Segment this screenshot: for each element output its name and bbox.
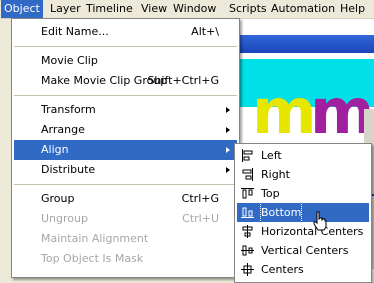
align-right-icon	[242, 168, 253, 181]
menu-item-maintain-alignment[interactable]: Maintain Alignment	[14, 229, 237, 249]
menubar-layer[interactable]: Layer	[47, 0, 84, 18]
menubar-automation[interactable]: Automation	[268, 0, 338, 18]
menu-item-movie-clip[interactable]: Movie Clip	[14, 51, 237, 71]
menu-item-ungroup[interactable]: Ungroup Ctrl+U	[14, 209, 237, 229]
submenu-item-vertical-centers[interactable]: Vertical Centers	[237, 241, 369, 260]
menubar-scripts[interactable]: Scripts	[226, 0, 270, 18]
menu-item-distribute[interactable]: Distribute	[14, 160, 237, 180]
menu-item-edit-name[interactable]: Edit Name... Alt+\	[14, 22, 237, 42]
submenu-arrow-icon	[226, 107, 230, 113]
menubar-help[interactable]: Help	[337, 0, 368, 18]
stage-glyph-yellow: m	[252, 75, 317, 148]
menu-separator	[14, 184, 237, 185]
hand-cursor-icon	[313, 211, 327, 231]
submenu-arrow-icon	[226, 147, 230, 153]
menubar-window[interactable]: Window	[170, 0, 219, 18]
menu-item-arrange[interactable]: Arrange	[14, 120, 237, 140]
submenu-item-centers[interactable]: Centers	[237, 260, 369, 279]
align-vertical-centers-icon	[241, 245, 254, 256]
submenu-arrow-icon	[226, 167, 230, 173]
align-top-icon	[241, 188, 254, 199]
submenu-item-top[interactable]: Top	[237, 184, 369, 203]
align-left-icon	[242, 149, 253, 162]
document-title-strip	[238, 35, 374, 53]
align-horizontal-centers-icon	[242, 225, 253, 238]
menubar-object[interactable]: Object	[1, 0, 43, 18]
submenu-item-left[interactable]: Left	[237, 146, 369, 165]
align-centers-icon	[241, 263, 254, 276]
menubar-view[interactable]: View	[138, 0, 170, 18]
submenu-item-right[interactable]: Right	[237, 165, 369, 184]
menubar: Object Layer Timeline View Window Script…	[0, 0, 374, 19]
submenu-item-bottom[interactable]: Bottom	[237, 202, 369, 223]
menu-item-top-object-is-mask[interactable]: Top Object Is Mask	[14, 249, 237, 269]
menu-item-align[interactable]: Align	[14, 140, 237, 160]
menu-item-group[interactable]: Group Ctrl+G	[14, 189, 237, 209]
submenu-arrow-icon	[226, 127, 230, 133]
submenu-item-horizontal-centers[interactable]: Horizontal Centers	[237, 222, 369, 241]
menubar-timeline[interactable]: Timeline	[83, 0, 136, 18]
menu-separator	[14, 95, 237, 96]
align-submenu: Left Right Top Bottom Horizontal Centers…	[234, 143, 372, 283]
menu-item-transform[interactable]: Transform	[14, 100, 237, 120]
align-bottom-icon	[241, 207, 254, 218]
object-menu: Edit Name... Alt+\ Movie Clip Make Movie…	[11, 18, 240, 278]
menu-item-make-movie-clip-group[interactable]: Make Movie Clip Group Shift+Ctrl+G	[14, 71, 237, 91]
menu-separator	[14, 46, 237, 47]
